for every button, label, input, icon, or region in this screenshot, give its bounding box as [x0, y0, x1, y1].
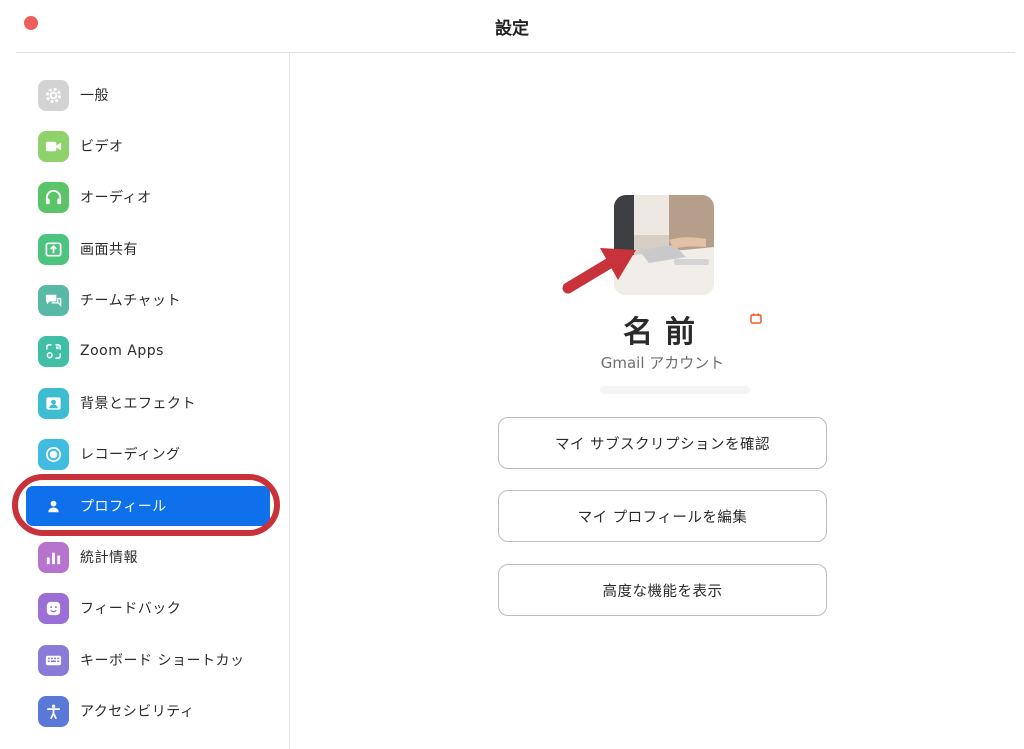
bar-chart-icon [38, 541, 69, 573]
sidebar-item-keyboard-shortcuts[interactable]: キーボード ショートカッ [26, 640, 270, 680]
chat-bubble-icon [38, 284, 69, 316]
sidebar-item-label: 一般 [80, 88, 109, 104]
sidebar-item-label: フィードバック [80, 601, 182, 617]
sidebar-item-zoom-apps[interactable]: Zoom Apps [26, 331, 270, 371]
sidebar-item-feedback[interactable]: フィードバック [26, 588, 270, 628]
sidebar-item-label: レコーディング [80, 447, 181, 463]
sidebar-item-label: キーボード ショートカッ [80, 653, 245, 669]
sidebar-item-label: Zoom Apps [80, 343, 164, 359]
headphones-icon [38, 181, 69, 213]
settings-sidebar: 一般 ビデオ オーディオ 画面共有 チームチャット Zoom Apps 背景とエ… [0, 53, 290, 749]
sidebar-item-share-screen[interactable]: 画面共有 [26, 229, 270, 269]
sidebar-item-profile[interactable]: プロフィール [26, 486, 270, 526]
calendar-icon [750, 313, 762, 324]
profile-name: 名前 [623, 315, 707, 350]
sidebar-item-label: オーディオ [80, 190, 152, 206]
blurred-email-placeholder [600, 386, 750, 394]
sidebar-item-audio[interactable]: オーディオ [26, 177, 270, 217]
sidebar-item-label: 画面共有 [80, 242, 138, 258]
sidebar-item-statistics[interactable]: 統計情報 [26, 537, 270, 577]
sidebar-item-general[interactable]: 一般 [26, 75, 270, 115]
apps-icon [38, 335, 69, 367]
view-subscription-button[interactable]: マイ サブスクリプションを確認 [498, 417, 827, 469]
account-type-label: Gmail アカウント [600, 354, 725, 372]
sidebar-item-label: アクセシビリティ [80, 704, 195, 720]
sidebar-item-recording[interactable]: レコーディング [26, 434, 270, 474]
keyboard-icon [38, 644, 69, 676]
sidebar-item-label: ビデオ [80, 139, 124, 155]
user-icon [38, 491, 69, 522]
video-camera-icon [38, 130, 69, 162]
share-screen-icon [38, 233, 69, 265]
record-icon [38, 438, 69, 470]
sidebar-item-label: プロフィール [80, 499, 167, 515]
window-title: 設定 [495, 19, 529, 39]
gear-icon [38, 79, 69, 111]
sidebar-item-background-effects[interactable]: 背景とエフェクト [26, 383, 270, 423]
show-advanced-features-button[interactable]: 高度な機能を表示 [498, 564, 827, 616]
title-bar: 設定 [0, 0, 1024, 52]
accessibility-icon [38, 695, 69, 727]
sidebar-item-accessibility[interactable]: アクセシビリティ [26, 691, 270, 731]
annotation-arrow-icon [562, 248, 636, 294]
sidebar-item-video[interactable]: ビデオ [26, 126, 270, 166]
smiley-icon [38, 592, 69, 624]
sidebar-item-label: 統計情報 [80, 550, 138, 566]
person-background-icon [38, 387, 69, 419]
sidebar-item-label: 背景とエフェクト [80, 396, 196, 412]
edit-profile-button[interactable]: マイ プロフィールを編集 [498, 490, 827, 542]
sidebar-item-label: チームチャット [80, 293, 181, 309]
sidebar-item-team-chat[interactable]: チームチャット [26, 280, 270, 320]
